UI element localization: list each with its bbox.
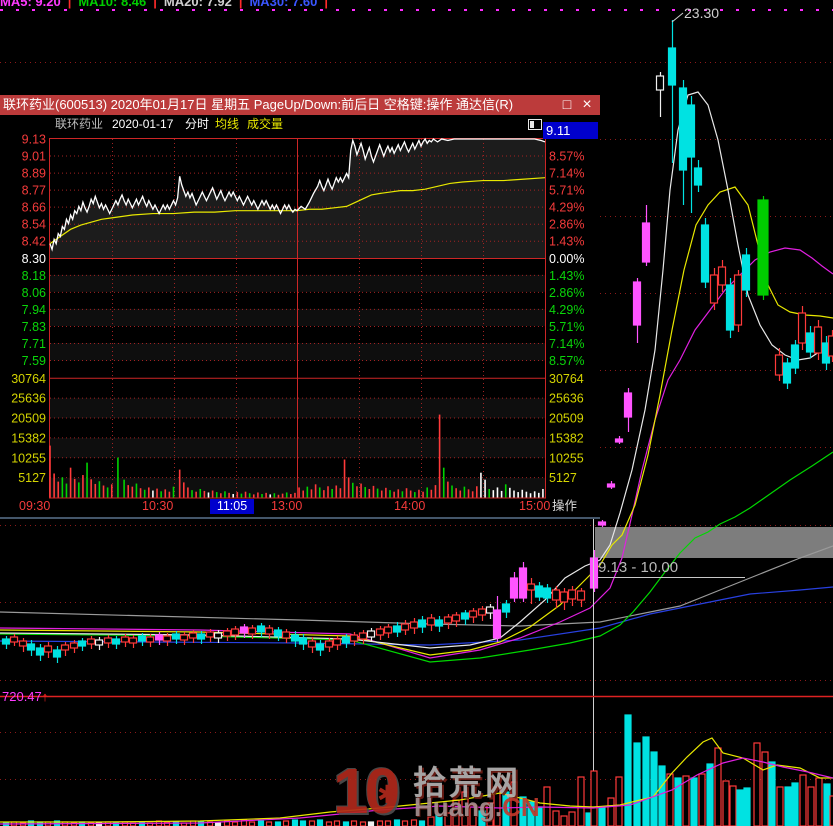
popup-info-bar: 联环药业 2020-01-17 分时 均线 成交量: [0, 115, 600, 133]
intraday-chart[interactable]: 9.13 9.01 8.89 8.77 8.66 8.54 8.42 8.30 8.18 8.06…: [0, 133, 600, 519]
stock-name: 联环药业: [55, 117, 104, 131]
svg-text:25636: 25636: [549, 392, 584, 406]
popup-title: 联环药业(600513) 2020年01月17日 星期五 PageUp/Down…: [3, 97, 514, 112]
svg-text:5127: 5127: [549, 471, 577, 485]
intraday-popup-window: 联环药业(600513) 2020年01月17日 星期五 PageUp/Down…: [0, 95, 600, 519]
svg-text:14:00: 14:00: [394, 499, 425, 513]
svg-text:8.77: 8.77: [22, 184, 46, 198]
svg-text:15:00: 15:00: [519, 499, 550, 513]
svg-text:5127: 5127: [18, 471, 46, 485]
svg-text:7.14%: 7.14%: [549, 167, 584, 181]
svg-text:11:05: 11:05: [217, 499, 247, 513]
svg-text:1.43%: 1.43%: [549, 269, 584, 283]
gear-icon: ✱: [377, 781, 398, 809]
svg-text:10255: 10255: [549, 451, 584, 465]
tdx-screen: MA5: 9.20 | MA10: 8.46 | MA20: 7.92 | MA30: 7.…: [0, 0, 833, 826]
svg-text:5.71%: 5.71%: [549, 184, 584, 198]
volume-pane-value: 720.47↑: [2, 689, 48, 704]
avg-line-label[interactable]: 均线: [215, 115, 239, 133]
svg-text:5.71%: 5.71%: [549, 320, 584, 334]
svg-text:8.57%: 8.57%: [549, 354, 584, 368]
svg-text:9.01: 9.01: [22, 150, 46, 164]
svg-text:7.71: 7.71: [22, 337, 46, 351]
svg-text:7.94: 7.94: [22, 303, 46, 317]
svg-text:8.06: 8.06: [22, 286, 46, 300]
last-price-badge: 9.11: [543, 122, 598, 139]
gap-range-annotation: 9.13 - 10.00: [598, 559, 679, 576]
svg-text:8.18: 8.18: [22, 269, 46, 283]
svg-text:7.83: 7.83: [22, 320, 46, 334]
operate-button[interactable]: 操作: [552, 498, 578, 513]
volume-up-arrow-icon: ↑: [41, 689, 49, 704]
svg-text:2.86%: 2.86%: [549, 286, 584, 300]
watermark-domain-host: Huang.: [414, 792, 503, 822]
svg-text:30764: 30764: [11, 372, 46, 386]
svg-text:4.29%: 4.29%: [549, 303, 584, 317]
popup-title-bar[interactable]: 联环药业(600513) 2020年01月17日 星期五 PageUp/Down…: [0, 95, 600, 115]
svg-text:7.14%: 7.14%: [549, 337, 584, 351]
svg-text:10:30: 10:30: [142, 499, 173, 513]
svg-text:30764: 30764: [549, 372, 584, 386]
svg-text:8.89: 8.89: [22, 167, 46, 181]
svg-text:8.57%: 8.57%: [549, 150, 584, 164]
watermark-logo: 10 ✱ 拾荒网 Huang.CN: [333, 755, 563, 826]
svg-text:10255: 10255: [11, 451, 46, 465]
mini-window-icon[interactable]: [528, 119, 542, 130]
svg-text:8.66: 8.66: [22, 201, 46, 215]
daily-high-annotation: 23.30: [684, 5, 720, 21]
svg-text:4.29%: 4.29%: [549, 201, 584, 215]
intraday-layers: 9.13 9.01 8.89 8.77 8.66 8.54 8.42 8.30 8.18 8.06…: [11, 133, 584, 514]
view-mode-label[interactable]: 分时: [185, 115, 209, 133]
svg-text:20509: 20509: [549, 412, 584, 426]
svg-text:2.86%: 2.86%: [549, 218, 584, 232]
svg-text:8.30: 8.30: [22, 252, 46, 266]
svg-text:15382: 15382: [11, 431, 46, 445]
svg-text:1.43%: 1.43%: [549, 235, 584, 249]
svg-text:8.54: 8.54: [22, 218, 46, 232]
svg-text:20509: 20509: [11, 412, 46, 426]
svg-text:0.00%: 0.00%: [549, 252, 584, 266]
svg-text:15382: 15382: [549, 431, 584, 445]
close-button[interactable]: ×: [578, 95, 596, 115]
svg-text:13:00: 13:00: [271, 499, 302, 513]
trade-date: 2020-01-17: [112, 117, 174, 131]
watermark-domain: Huang.CN: [414, 792, 540, 823]
volume-value-text: 720.47: [2, 689, 42, 704]
svg-text:9.13: 9.13: [22, 133, 46, 147]
volume-label[interactable]: 成交量: [247, 115, 283, 133]
svg-text:8.42: 8.42: [22, 235, 46, 249]
svg-text:09:30: 09:30: [19, 499, 50, 513]
watermark-domain-tld: CN: [502, 792, 540, 822]
maximize-button[interactable]: □: [558, 95, 576, 115]
svg-text:7.59: 7.59: [22, 354, 46, 368]
svg-text:25636: 25636: [11, 392, 46, 406]
